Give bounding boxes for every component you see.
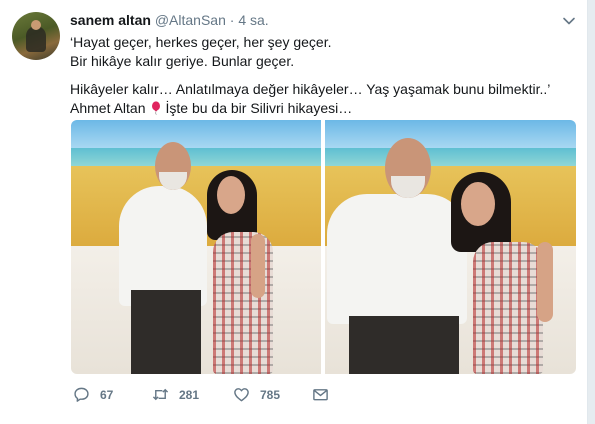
tweet-line-story: İşte bu da bir Silivri hikayesi… — [165, 100, 353, 116]
tweet-text: ‘Hayat geçer, herkes geçer, her şey geçe… — [70, 33, 575, 118]
tweet-line: ‘Hayat geçer, herkes geçer, her şey geçe… — [70, 34, 332, 50]
photo-left[interactable] — [71, 120, 321, 374]
man-pants — [131, 290, 201, 374]
avatar-head — [31, 20, 41, 30]
tweet-line: Hikâyeler kalır… Anlatılmaya değer hikây… — [70, 81, 551, 97]
man-figure — [119, 186, 207, 306]
tweet-line-author: Ahmet Altan — [70, 100, 146, 116]
man-pants — [349, 316, 459, 374]
woman-arm — [537, 242, 553, 322]
photo-sky — [325, 120, 576, 148]
photo-right[interactable] — [325, 120, 576, 374]
heart-icon — [234, 388, 249, 402]
reply-count: 67 — [100, 387, 114, 402]
woman-face — [217, 176, 245, 214]
photo-sea — [325, 148, 576, 166]
man-figure — [327, 194, 467, 324]
separator-dot: · — [229, 12, 235, 28]
woman-arm — [251, 234, 265, 298]
timestamp[interactable]: 4 sa. — [238, 12, 268, 28]
tweet-line: Bir hikâye kalır geriye. Bunlar geçer. — [70, 53, 295, 69]
message-button[interactable] — [312, 386, 329, 403]
retweet-button[interactable]: 281 — [152, 386, 199, 403]
retweet-icon — [152, 388, 169, 401]
tweet-card[interactable]: sanem altan @AltanSan · 4 sa. ‘Hayat geç… — [0, 0, 588, 424]
like-button[interactable]: 785 — [233, 386, 280, 403]
balloon-icon — [151, 101, 160, 115]
user-handle[interactable]: @AltanSan — [155, 12, 226, 28]
photo-sky — [71, 120, 321, 148]
tweet-header: sanem altan @AltanSan · 4 sa. — [70, 11, 269, 29]
photo-grid[interactable] — [71, 120, 576, 374]
envelope-icon — [313, 389, 328, 401]
tweet-line-last: Ahmet Altan İşte bu da bir Silivri hikay… — [70, 99, 575, 118]
display-name[interactable]: sanem altan — [70, 12, 151, 28]
photo-sea — [71, 148, 321, 166]
avatar[interactable] — [12, 12, 60, 60]
retweet-count: 281 — [179, 387, 200, 402]
chevron-down-icon[interactable] — [562, 14, 576, 28]
woman-face — [461, 182, 495, 226]
reply-button[interactable]: 67 — [73, 386, 113, 403]
reply-icon — [74, 387, 89, 402]
woman-dress — [473, 242, 543, 374]
like-count: 785 — [260, 387, 281, 402]
